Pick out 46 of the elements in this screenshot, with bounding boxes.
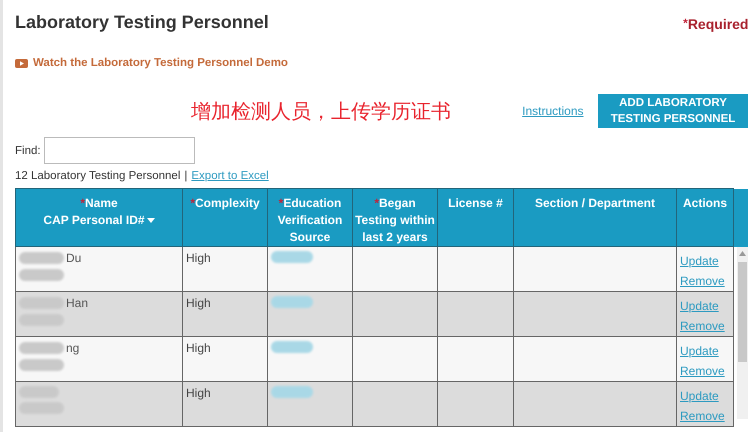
add-personnel-button[interactable]: ADD LABORATORY TESTING PERSONNEL [598,94,748,128]
action-link[interactable]: Remove [680,406,730,426]
export-link[interactable]: Export to Excel [191,170,269,182]
action-link[interactable]: Update [680,341,730,361]
redaction-blur [19,359,64,371]
action-link[interactable]: Update [680,296,730,316]
find-field[interactable] [44,137,195,164]
page-title: Laboratory Testing Personnel [15,12,269,33]
required-note: *Required [683,16,748,32]
redaction-blur [19,269,64,281]
redaction-blur [271,341,313,353]
personnel-count: 12 Laboratory Testing Personnel [15,170,180,182]
column-header: Actions [676,188,734,246]
scrollbar-thumb[interactable] [738,262,747,362]
annotation-text: 增加检测人员，上传学历证书 [191,100,451,124]
complexity-cell: High [182,382,268,426]
sort-caret-icon [146,218,155,224]
name-fragment: ng [66,341,80,355]
redaction-blur [19,342,64,354]
action-link[interactable]: Remove [680,271,730,291]
complexity-cell: High [182,246,268,292]
redaction-blur [271,296,313,308]
demo-link[interactable]: Watch the Laboratory Testing Personnel Demo [15,57,288,69]
complexity-cell: High [182,336,268,382]
redaction-blur [271,251,313,263]
column-header: Section / Department [514,188,676,246]
column-header: *Began Testing within last 2 years [352,188,438,246]
column-header[interactable]: *Name CAP Personal ID# [16,188,182,246]
name-fragment: Han [66,296,88,310]
redaction-blur [19,252,64,264]
name-fragment: Du [66,251,82,265]
column-header: *Complexity [182,188,268,246]
scroll-up-icon [739,250,746,256]
action-link[interactable]: Update [680,251,730,271]
column-header: License # [438,188,514,246]
column-header: *Education Verification Source [268,188,352,246]
scrollbar[interactable] [737,246,748,418]
find-label: Find: [15,144,41,156]
complexity-cell: High [182,292,268,336]
video-play-icon [15,58,28,68]
action-link[interactable]: Remove [680,316,730,336]
action-link[interactable]: Remove [680,361,730,381]
instructions-link[interactable]: Instructions [522,104,584,118]
separator: | [184,170,188,182]
redaction-blur [271,386,313,398]
action-link[interactable]: Update [680,386,730,406]
